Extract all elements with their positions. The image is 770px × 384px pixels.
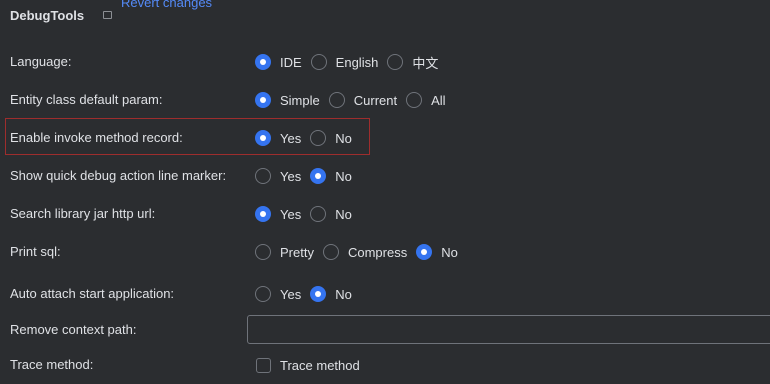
radio-icon[interactable] [310, 286, 327, 302]
language-label: Language: [10, 54, 72, 69]
line-marker-option-no[interactable]: No [310, 168, 352, 184]
trace-method-checkbox-label: Trace method [280, 357, 360, 373]
option-label: Yes [280, 168, 302, 184]
language-option-chinese[interactable]: 中文 [387, 53, 438, 72]
auto-attach-radio-group: Yes No [255, 283, 361, 305]
option-label: Yes [280, 206, 302, 222]
radio-icon[interactable] [255, 92, 271, 108]
language-option-english[interactable]: English [310, 54, 379, 70]
radio-icon[interactable] [255, 244, 271, 260]
entity-param-label: Entity class default param: [10, 92, 163, 107]
line-marker-row: Show quick debug action line marker: Yes… [0, 161, 770, 191]
revert-changes-link[interactable]: Revert changes [121, 0, 212, 10]
library-jar-option-no[interactable]: No [310, 206, 352, 222]
trace-method-checkbox[interactable] [256, 357, 271, 373]
settings-page: Revert changes DebugTools Language: IDE … [0, 0, 770, 384]
option-label: No [441, 244, 458, 260]
library-jar-option-yes[interactable]: Yes [255, 206, 301, 222]
option-label: All [431, 92, 446, 108]
option-label: No [335, 168, 352, 184]
library-jar-row: Search library jar http url: Yes No [0, 199, 770, 229]
trace-method-checkbox-group: Trace method [256, 354, 369, 376]
option-label: English [335, 54, 379, 70]
entity-param-row: Entity class default param: Simple Curre… [0, 85, 770, 115]
option-label: Current [353, 92, 398, 108]
auto-attach-label: Auto attach start application: [10, 286, 175, 301]
print-sql-option-pretty[interactable]: Pretty [255, 244, 314, 260]
radio-icon[interactable] [310, 130, 327, 146]
radio-icon[interactable] [310, 206, 327, 222]
trace-method-row: Trace method: Trace method [0, 350, 770, 380]
invoke-record-radio-group: Yes No [255, 127, 361, 149]
print-sql-label: Print sql: [10, 244, 61, 259]
print-sql-option-compress[interactable]: Compress [322, 244, 408, 260]
print-sql-option-no[interactable]: No [416, 244, 458, 260]
entity-param-option-current[interactable]: Current [328, 92, 398, 108]
option-label: Compress [347, 244, 408, 260]
trace-method-label: Trace method: [10, 357, 94, 372]
print-sql-row: Print sql: Pretty Compress No [0, 237, 770, 267]
radio-icon[interactable] [416, 244, 433, 260]
auto-attach-option-no[interactable]: No [310, 286, 352, 302]
entity-param-option-all[interactable]: All [406, 92, 446, 108]
context-path-label: Remove context path: [10, 322, 137, 337]
line-marker-label: Show quick debug action line marker: [10, 168, 227, 183]
library-jar-radio-group: Yes No [255, 203, 361, 225]
radio-icon[interactable] [310, 168, 327, 184]
radio-icon[interactable] [310, 54, 327, 70]
library-jar-label: Search library jar http url: [10, 206, 156, 221]
option-label: Yes [280, 130, 302, 146]
radio-icon[interactable] [255, 206, 271, 222]
radio-icon[interactable] [255, 168, 271, 184]
option-label: Yes [280, 286, 302, 302]
trace-method-checkbox-option[interactable]: Trace method [256, 357, 360, 373]
language-row: Language: IDE English 中文 [0, 47, 770, 77]
radio-icon[interactable] [406, 92, 423, 108]
auto-attach-row: Auto attach start application: Yes No [0, 279, 770, 309]
entity-param-radio-group: Simple Current All [255, 89, 455, 111]
option-label: No [335, 206, 352, 222]
entity-param-option-simple[interactable]: Simple [255, 92, 320, 108]
context-path-input[interactable] [247, 315, 770, 344]
language-radio-group: IDE English 中文 [255, 51, 447, 73]
window-icon [103, 11, 112, 19]
auto-attach-option-yes[interactable]: Yes [255, 286, 301, 302]
radio-icon[interactable] [387, 54, 404, 70]
line-marker-option-yes[interactable]: Yes [255, 168, 301, 184]
invoke-record-option-yes[interactable]: Yes [255, 130, 301, 146]
language-option-ide[interactable]: IDE [255, 54, 302, 70]
radio-icon[interactable] [322, 244, 339, 260]
option-label: Simple [280, 92, 320, 108]
radio-icon[interactable] [255, 54, 271, 70]
print-sql-radio-group: Pretty Compress No [255, 241, 467, 263]
radio-icon[interactable] [255, 130, 271, 146]
line-marker-radio-group: Yes No [255, 165, 361, 187]
radio-icon[interactable] [328, 92, 345, 108]
option-label: Pretty [280, 244, 314, 260]
invoke-record-label: Enable invoke method record: [10, 130, 183, 145]
option-label: No [335, 286, 352, 302]
option-label: 中文 [412, 55, 439, 71]
option-label: No [335, 130, 352, 146]
invoke-record-row: Enable invoke method record: Yes No [0, 123, 770, 153]
option-label: IDE [280, 54, 302, 70]
page-title: DebugTools [10, 8, 85, 23]
radio-icon[interactable] [255, 286, 271, 302]
invoke-record-option-no[interactable]: No [310, 130, 352, 146]
